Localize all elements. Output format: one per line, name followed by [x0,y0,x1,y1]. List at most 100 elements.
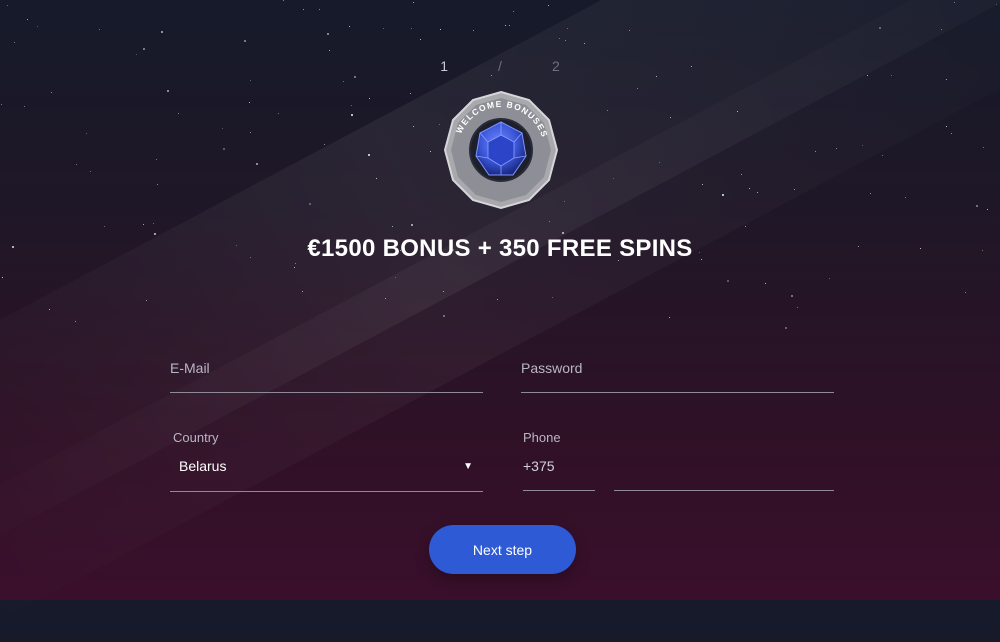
star [395,277,396,278]
star [659,162,660,163]
star [722,194,724,196]
star [882,155,883,156]
star [153,223,154,224]
star [443,315,445,317]
star [987,209,988,210]
country-select[interactable]: Country Belarus ▼ [170,430,483,492]
phone-code-field[interactable]: +375 [523,452,595,491]
star [443,291,444,292]
star [178,113,179,114]
star [27,19,28,20]
star [51,92,52,93]
phone-label: Phone [523,430,561,445]
star [295,263,296,264]
email-field[interactable]: E-Mail [170,360,483,393]
star [983,147,984,148]
star [996,4,997,5]
phone-label-wrap: Phone [523,430,623,448]
star [278,113,279,114]
country-value: Belarus [179,458,227,474]
phone-number-field[interactable] [614,452,834,491]
star [836,148,837,149]
star [244,40,246,42]
star [613,178,614,179]
star [7,5,8,6]
password-field[interactable]: Password [521,360,834,393]
star [376,178,377,179]
star [351,114,353,116]
star [867,75,868,76]
welcome-bonuses-badge: WELCOME BONUSES [443,90,559,210]
star [86,133,87,134]
star [584,43,585,44]
star [552,297,553,298]
star [413,2,414,3]
star [250,132,251,133]
star [891,75,892,76]
star [976,205,978,207]
star [143,48,145,50]
star [369,98,370,99]
star [951,133,952,134]
star [385,298,386,299]
star [669,317,670,318]
star [222,128,223,129]
star [509,25,510,26]
star [562,232,564,234]
phone-code-value: +375 [523,458,555,474]
step-total: 2 [551,58,560,74]
star [283,0,284,1]
email-label: E-Mail [170,360,210,376]
star [250,80,251,81]
password-underline [521,392,834,393]
star [343,81,344,82]
star [737,111,738,112]
step-current: 1 [440,58,448,74]
star [14,42,15,43]
star [559,38,560,39]
star [319,9,320,10]
star [24,106,25,107]
star [294,267,295,268]
star [505,25,506,26]
next-step-button[interactable]: Next step [429,525,576,574]
star [879,27,881,29]
star [309,203,311,205]
star [368,154,370,156]
star [656,76,657,77]
star [757,192,758,193]
star [564,201,565,202]
star [76,164,77,165]
star [794,189,795,190]
star [146,300,147,301]
star [497,299,498,300]
star [745,226,746,227]
star [90,171,91,172]
star [354,76,356,78]
star [420,39,421,40]
star [349,26,350,27]
star [829,278,830,279]
star [143,224,144,225]
star [351,105,352,106]
star [670,117,671,118]
star [99,29,100,30]
star [157,184,158,185]
star [749,188,750,189]
star [702,184,703,185]
step-indicator: 1 / 2 [0,58,1000,74]
star [765,283,766,284]
star [383,28,384,29]
star [324,144,325,145]
star [104,226,105,227]
star [607,110,608,111]
star [513,11,514,12]
gem-icon: WELCOME BONUSES [443,90,559,210]
phone-number-underline [614,490,834,491]
star [491,75,492,76]
star [302,291,303,292]
star [1,104,2,105]
star [430,151,431,152]
star [815,151,816,152]
star [946,79,947,80]
